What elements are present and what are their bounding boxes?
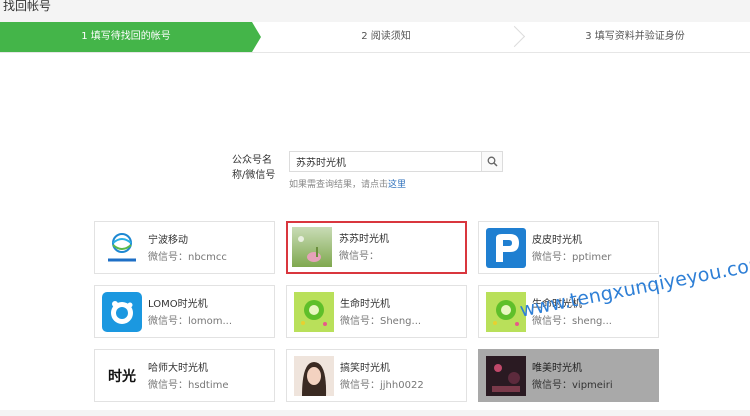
account-card[interactable]: 生命时光机 微信号：sheng... — [478, 285, 659, 338]
account-wechat-id: 微信号：Sheng... — [340, 316, 422, 327]
account-name: 生命时光机 — [340, 299, 390, 310]
night-photo — [486, 356, 526, 396]
portrait-photo — [294, 356, 334, 396]
account-name: 哈师大时光机 — [148, 363, 208, 374]
bottom-bar — [0, 410, 750, 416]
account-name: 搞笑时光机 — [340, 363, 390, 374]
account-card[interactable]: 时光 哈师大时光机 微信号：hsdtime — [94, 349, 275, 402]
account-wechat-id: 微信号：hsdtime — [148, 380, 229, 391]
account-card[interactable]: 搞笑时光机 微信号：jjhh0022 — [286, 349, 467, 402]
account-wechat-id: 微信号：nbcmcc — [148, 252, 227, 263]
account-card[interactable]: 宁波移动 微信号：nbcmcc — [94, 221, 275, 274]
hint-text: 如果需查询结果，请点击 — [289, 180, 389, 190]
top-bar: 找回帐号 — [0, 0, 750, 22]
account-wechat-id: 微信号：sheng... — [532, 316, 612, 327]
account-wechat-id: 微信号：jjhh0022 — [340, 380, 424, 391]
step-3: 3 填写资料并验证身份 — [585, 31, 685, 42]
page-title: 找回帐号 — [3, 0, 52, 13]
search-label: 公众号名称/微信号 — [232, 155, 276, 181]
account-card-selected[interactable]: 苏苏时光机 微信号： — [286, 221, 467, 274]
search-hint: 如果需查询结果，请点击这里 — [289, 177, 406, 190]
search-box — [289, 151, 503, 172]
account-wechat-id: 微信号：lomom... — [148, 316, 233, 327]
account-card[interactable]: LOMO时光机 微信号：lomom... — [94, 285, 275, 338]
blue-cloud-logo — [102, 292, 142, 332]
account-wechat-id: 微信号： — [339, 251, 379, 262]
account-name: 唯美时光机 — [532, 363, 582, 374]
calligraphy-text: 时光 — [108, 369, 136, 385]
account-wechat-id: 微信号：vipmeiri — [532, 380, 613, 391]
search-input[interactable] — [290, 152, 494, 171]
step-1: 1 填写待找回的帐号 — [0, 22, 252, 52]
account-name: 皮皮时光机 — [532, 235, 582, 246]
account-card[interactable]: 唯美时光机 微信号：vipmeiri — [478, 349, 659, 402]
account-name: 宁波移动 — [148, 235, 188, 246]
search-button[interactable] — [481, 152, 502, 171]
account-wechat-id: 微信号：pptimer — [532, 252, 612, 263]
step-1-arrow — [252, 22, 261, 52]
green-clock-logo — [486, 292, 526, 332]
account-card[interactable]: 生命时光机 微信号：Sheng... — [286, 285, 467, 338]
hint-link[interactable]: 这里 — [388, 180, 406, 190]
step-indicator: 1 填写待找回的帐号 2 阅读须知 3 填写资料并验证身份 — [0, 22, 750, 53]
blue-p-logo — [486, 228, 526, 268]
photo-green — [292, 227, 332, 267]
account-name: 生命时光机 — [532, 299, 582, 310]
green-clock-logo — [294, 292, 334, 332]
account-name: LOMO时光机 — [148, 299, 208, 310]
search-icon — [487, 156, 498, 167]
account-name: 苏苏时光机 — [339, 234, 389, 245]
account-card[interactable]: 皮皮时光机 微信号：pptimer — [478, 221, 659, 274]
step-2: 2 阅读须知 — [361, 31, 411, 42]
calligraphy-logo: 时光 — [102, 356, 142, 396]
ningbo-mobile-logo — [102, 228, 142, 268]
